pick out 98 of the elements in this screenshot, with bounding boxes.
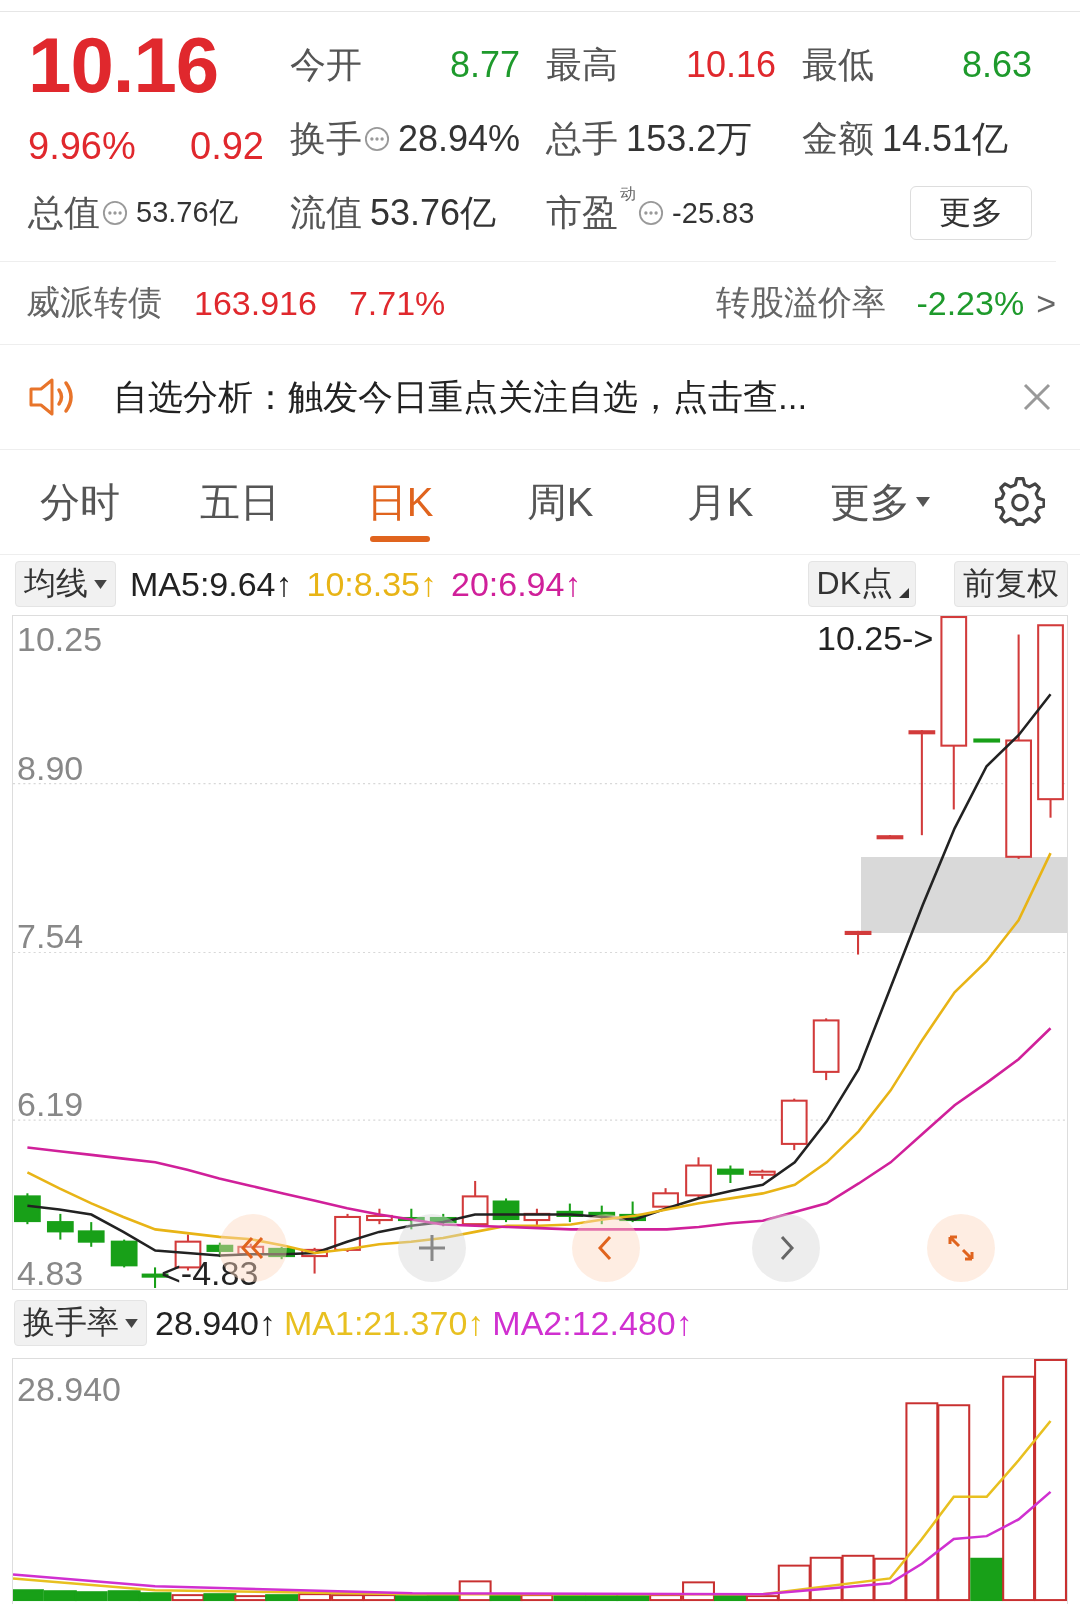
more-info-icon[interactable] — [638, 200, 665, 226]
period-tab[interactable]: 五日 — [160, 450, 320, 554]
stat-value: 14.51亿 — [882, 116, 1009, 161]
caret-icon — [94, 579, 107, 589]
stat-label: 最低 — [802, 42, 875, 87]
back-button[interactable] — [572, 1214, 640, 1282]
settings-icon[interactable] — [995, 477, 1045, 527]
turnover-bar — [298, 1593, 332, 1602]
chevron-right[interactable]: > — [1036, 283, 1056, 323]
candlestick — [77, 1222, 105, 1247]
stat-value: 153.2万 — [626, 116, 753, 161]
stat-label: 换手 — [290, 116, 362, 161]
low-price-marker: <-4.83 — [161, 1256, 259, 1290]
price-axis-label: 10.25 — [17, 620, 103, 658]
caret-icon — [916, 497, 930, 507]
expand-icon — [946, 1233, 976, 1263]
indicator-dropdown[interactable]: 均线 — [15, 561, 116, 607]
turnover-bar — [107, 1590, 141, 1602]
caret-icon — [125, 1318, 138, 1328]
candlestick — [876, 835, 904, 840]
moving-average-value: MA5:9.64↑ — [130, 564, 293, 604]
change-percent: 9.96% — [28, 124, 136, 168]
change-amount: 0.92 — [190, 124, 264, 168]
price-axis-label: 7.54 — [17, 917, 84, 956]
candlestick — [268, 1246, 296, 1260]
dk-point-button[interactable]: DK点 — [807, 561, 916, 607]
stat-label: 今开 — [290, 42, 362, 87]
candlestick — [812, 1018, 840, 1081]
stat-label: 总手 — [546, 116, 619, 161]
bond-change: 7.71% — [348, 283, 446, 323]
price-axis-label: 4.83 — [17, 1253, 84, 1289]
candlestick — [748, 1169, 776, 1179]
candlestick — [780, 1098, 808, 1151]
stat-label: 市盈 — [546, 190, 619, 235]
more-info-icon[interactable] — [364, 126, 390, 152]
price-adjust-button[interactable]: 前复权 — [954, 561, 1068, 607]
candlestick — [685, 1157, 712, 1198]
stat-value: 53.76亿 — [136, 195, 238, 230]
candlestick — [301, 1247, 328, 1274]
turnover-bar — [841, 1554, 875, 1602]
price-axis-label: 6.19 — [17, 1085, 84, 1123]
stat-label: 流值 — [290, 190, 362, 235]
stat-label: 总值 — [28, 190, 100, 235]
zoom-in-button[interactable] — [398, 1214, 466, 1282]
turnover-bar — [809, 1556, 843, 1602]
corner-triangle-icon — [899, 588, 909, 598]
turnover-value: 28.940↑ — [155, 1303, 276, 1343]
stat-value: 53.76亿 — [370, 190, 497, 235]
plus-icon — [417, 1233, 447, 1263]
notice-text[interactable]: 自选分析：触发今日重点关注自选，点击查... — [113, 373, 1022, 421]
candlestick — [556, 1203, 584, 1223]
stat-value: 10.16 — [685, 44, 777, 86]
more-button[interactable]: 更多 — [910, 186, 1032, 240]
candlestick — [110, 1239, 138, 1268]
last-price: 10.16 — [28, 28, 220, 102]
bond-name: 威派转债 — [26, 282, 162, 323]
moving-average-value: 10:8.35↑ — [306, 564, 437, 604]
candlestick — [366, 1208, 393, 1225]
bond-price: 163.916 — [194, 283, 317, 323]
indicator-dropdown[interactable]: 换手率 — [14, 1300, 147, 1346]
more-info-icon[interactable] — [102, 200, 128, 226]
candlestick — [461, 1180, 489, 1227]
premium-label: 转股溢价率 — [716, 282, 887, 323]
stat-label: 金额 — [802, 116, 875, 161]
turnover-bar — [138, 1592, 172, 1602]
turnover-value: MA2:12.480↑ — [492, 1303, 693, 1343]
period-tab[interactable]: 月K — [640, 450, 800, 554]
stat-value: 8.77 — [450, 44, 521, 86]
candlestick — [973, 738, 1001, 743]
stat-value: 8.63 — [961, 44, 1032, 86]
period-tab[interactable]: 更多 — [800, 450, 960, 554]
period-tab[interactable]: 分时 — [0, 450, 160, 554]
candlestick — [14, 1193, 41, 1225]
premium-value: -2.23% — [916, 283, 1025, 323]
stat-value: -25.83 — [672, 196, 755, 230]
candlestick — [717, 1165, 744, 1183]
candlestick — [844, 930, 872, 955]
stat-value: 28.94% — [398, 118, 521, 160]
candlestick — [588, 1205, 616, 1225]
price-axis-label: 8.90 — [17, 748, 84, 787]
turnover-bar — [13, 1589, 44, 1602]
candlestick — [619, 1201, 646, 1223]
stat-superscript: 动 — [620, 184, 637, 204]
stat-label: 最高 — [546, 42, 619, 87]
turnover-bar — [74, 1591, 108, 1602]
close-icon[interactable] — [1022, 382, 1052, 412]
candlestick — [492, 1198, 520, 1223]
high-price-marker: 10.25-> — [817, 618, 934, 658]
candlestick — [652, 1188, 679, 1209]
turnover-axis-label: 28.940 — [17, 1369, 121, 1409]
moving-average-value: 20:6.94↑ — [451, 564, 582, 604]
turnover-bar — [203, 1593, 237, 1602]
candlestick — [523, 1208, 551, 1227]
turnover-value: MA1:21.370↑ — [284, 1303, 485, 1343]
period-tab[interactable]: 周K — [480, 450, 640, 554]
candlestick — [397, 1208, 425, 1230]
turnover-bar — [43, 1590, 77, 1602]
candlestick — [46, 1213, 74, 1240]
